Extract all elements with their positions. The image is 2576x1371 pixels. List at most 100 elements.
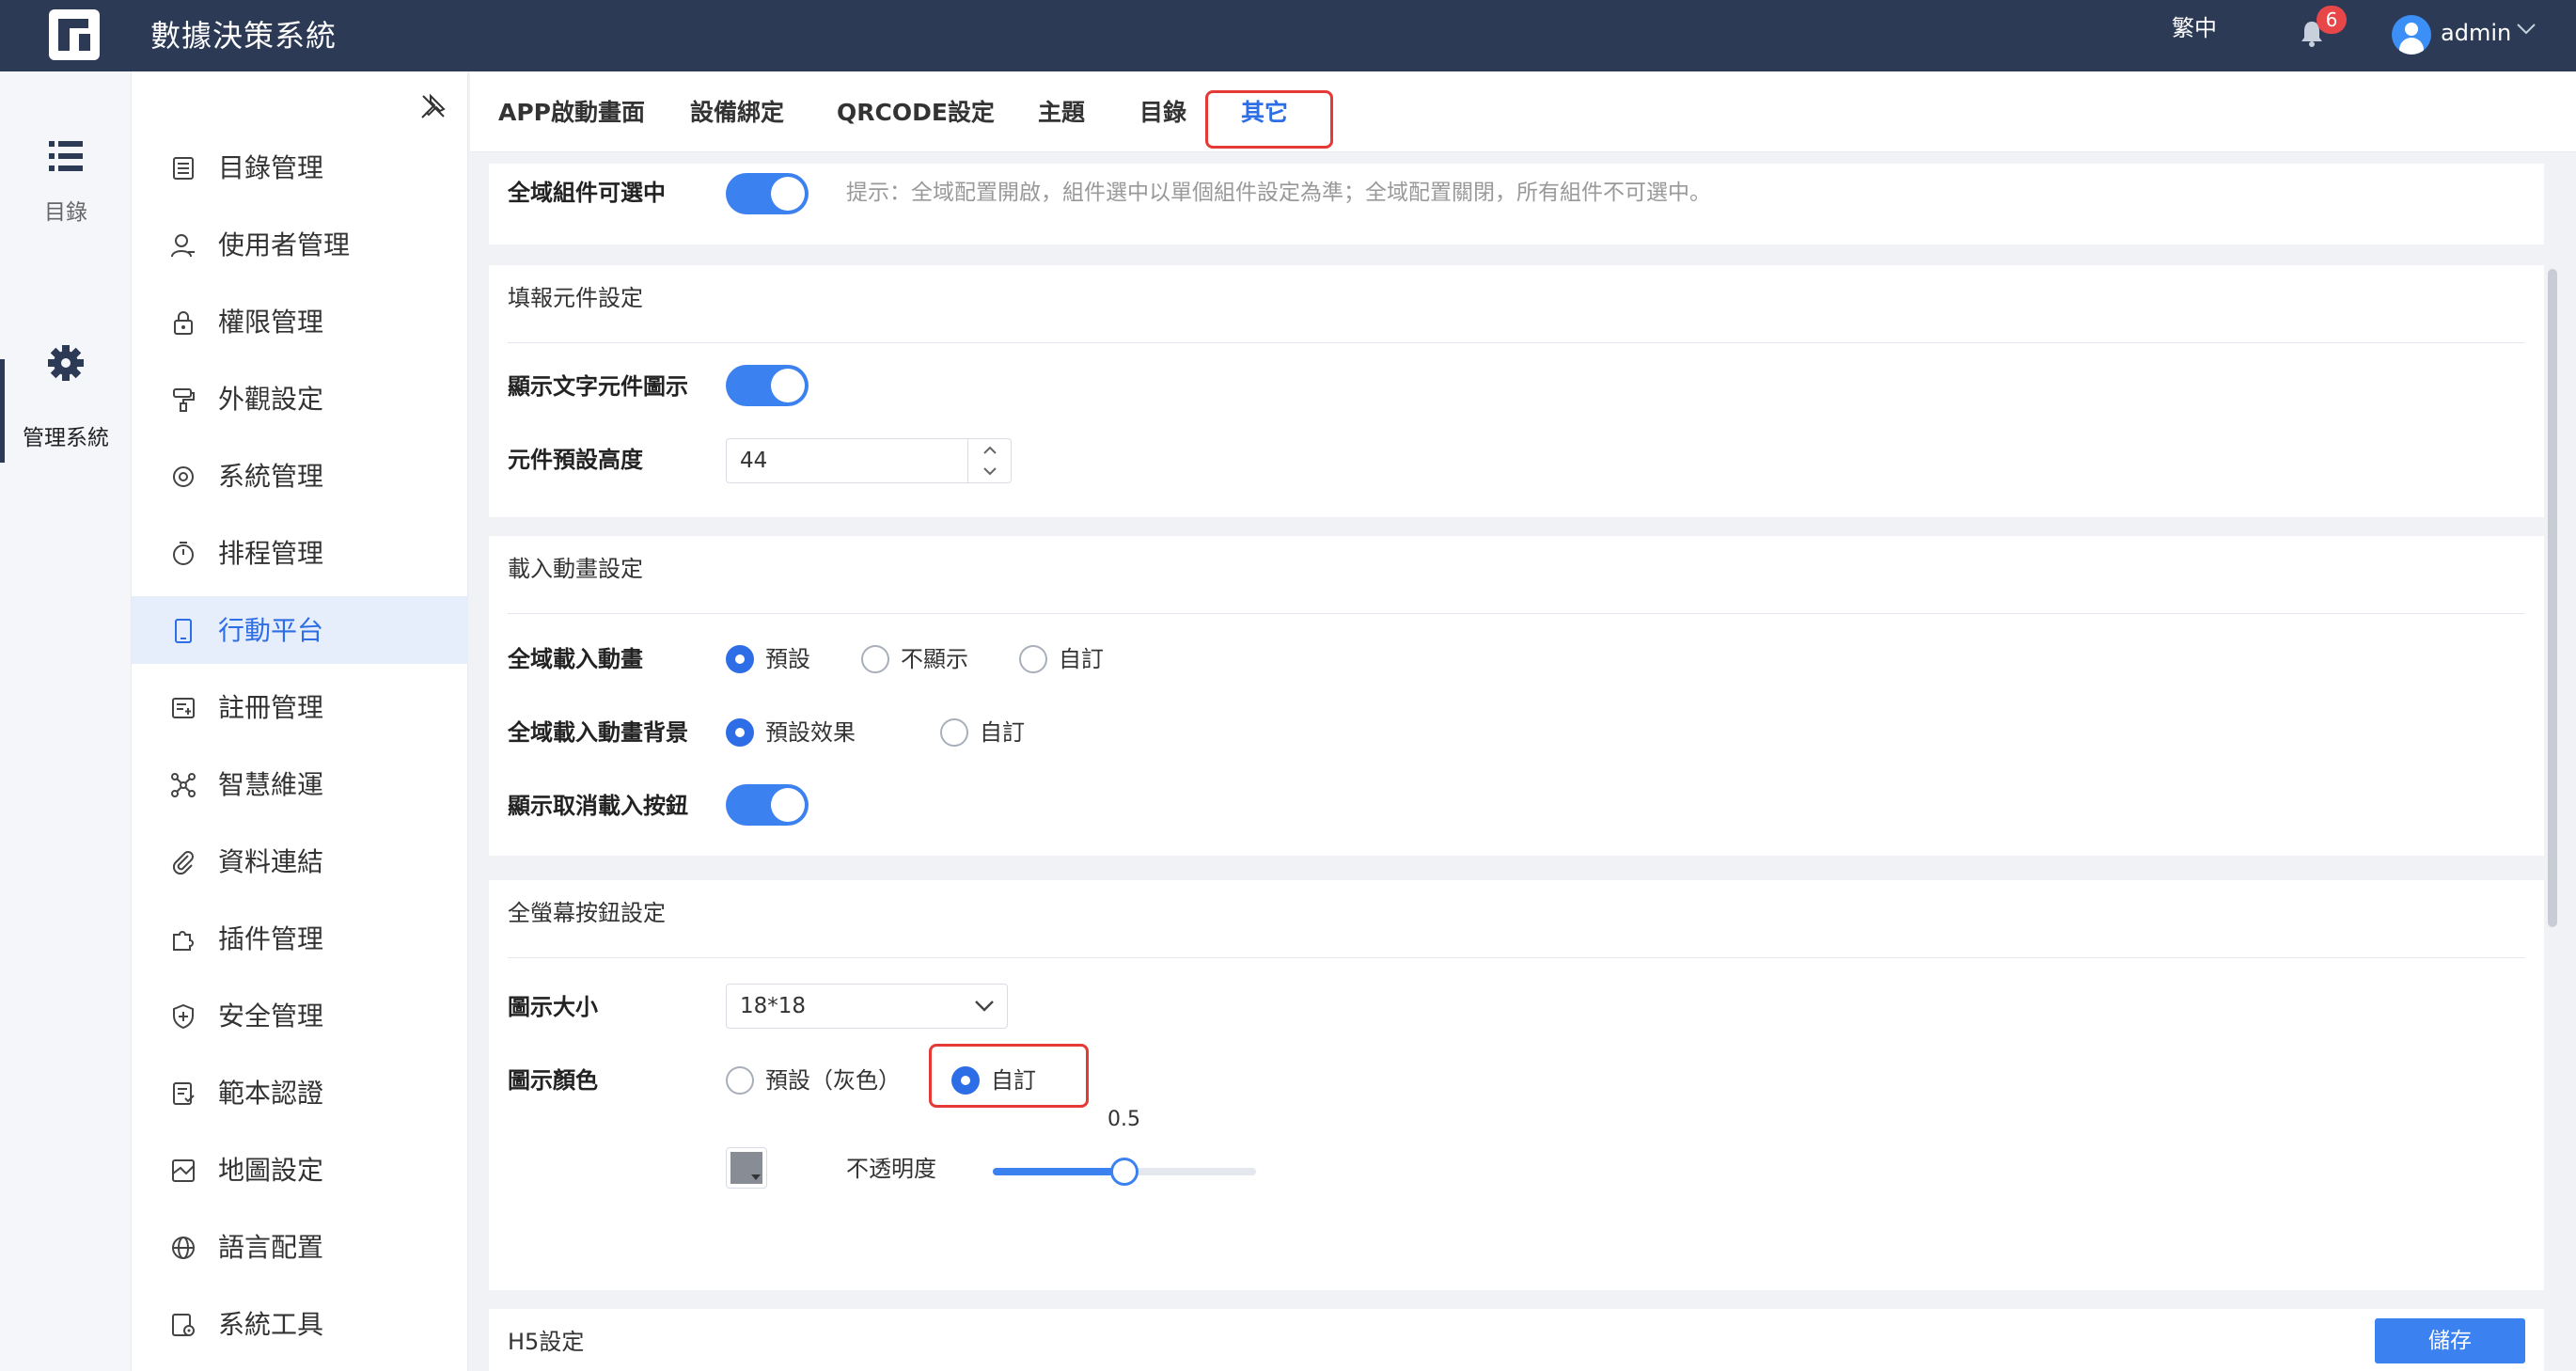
sidebar-item-label: 範本認證 [218, 1078, 324, 1109]
radio-background-default[interactable]: 預設效果 [726, 717, 876, 749]
h5-card: H5設定 儲存 [489, 1309, 2544, 1371]
radio-loading-default[interactable]: 預設 [726, 643, 820, 675]
radio-loading-custom[interactable]: 自訂 [1019, 643, 1113, 675]
sidebar-item-label: 行動平台 [218, 615, 324, 646]
tab-catalog[interactable]: 目錄 [1139, 96, 1186, 130]
section-title: H5設定 [508, 1329, 585, 1355]
loading-background-label: 全域載入動畫背景 [508, 719, 688, 746]
sidebar-item[interactable]: 安全管理 [132, 982, 468, 1049]
lock-icon [174, 311, 193, 335]
highlight-box [1205, 90, 1333, 149]
opacity-slider-fill [993, 1168, 1124, 1175]
sidebar-item-label: 權限管理 [218, 307, 324, 338]
opacity-value: 0.5 [1107, 1108, 1140, 1131]
caret-down-icon [751, 1174, 761, 1180]
pin-icon[interactable] [419, 92, 448, 120]
number-stepper [967, 439, 1011, 482]
save-button[interactable]: 儲存 [2375, 1318, 2525, 1363]
register-icon [172, 698, 195, 718]
sidebar-item-label: 語言配置 [218, 1232, 324, 1263]
sidebar-item-label: 插件管理 [218, 923, 324, 954]
catalog-icon [173, 157, 194, 180]
module-rail: 目錄 管理系統 [0, 71, 132, 1371]
avatar[interactable] [2392, 15, 2431, 55]
sidebar-item-label: 外觀設定 [218, 384, 324, 415]
sidebar-item[interactable]: 資料連結 [132, 827, 468, 895]
sidebar: 目錄管理使用者管理權限管理外觀設定系統管理排程管理行動平台註冊管理智慧維運資料連… [132, 71, 468, 1371]
show-text-icon-switch[interactable] [726, 365, 809, 406]
icon-size-select[interactable]: 18*18 [726, 984, 1008, 1029]
chevron-down-icon[interactable] [2516, 23, 2537, 36]
global-select-card: 全域組件可選中 提示：全域配置開啟，組件選中以單個組件設定為準；全域配置關閉，所… [489, 164, 2544, 244]
timer-icon [173, 542, 194, 565]
top-bar: 數據決策系統 繁中 6 admin [0, 0, 2576, 71]
sidebar-item[interactable]: 智慧維運 [132, 750, 468, 818]
main-content: APP啟動畫面 設備綁定 QRCODE設定 主題 目錄 其它 全域組件可選中 提… [470, 71, 2576, 1371]
sidebar-item[interactable]: 註冊管理 [132, 673, 468, 741]
sidebar-item[interactable]: 外觀設定 [132, 365, 468, 433]
user-name[interactable]: admin [2441, 17, 2511, 49]
chevron-down-icon[interactable] [968, 461, 1012, 482]
paint-roller-icon [173, 388, 195, 412]
show-text-icon-label: 顯示文字元件圖示 [508, 373, 688, 400]
sidebar-item[interactable]: 插件管理 [132, 905, 468, 972]
tools-icon [172, 1314, 195, 1336]
sidebar-item[interactable]: 排程管理 [132, 519, 468, 587]
default-height-input[interactable]: 44 [726, 438, 1012, 483]
map-icon [172, 1159, 195, 1182]
radio-color-default[interactable]: 預設（灰色） [726, 1064, 914, 1096]
list-icon [49, 141, 83, 171]
default-height-label: 元件預設高度 [508, 447, 643, 473]
sidebar-item-label: 使用者管理 [218, 229, 351, 260]
sidebar-item[interactable]: 地圖設定 [132, 1136, 468, 1204]
tab-qrcode[interactable]: QRCODE設定 [837, 96, 995, 130]
language-switch[interactable]: 繁中 [2172, 13, 2217, 43]
settings-icon [173, 466, 194, 487]
section-title: 全螢幕按鈕設定 [508, 900, 666, 926]
sidebar-item[interactable]: 使用者管理 [132, 211, 468, 278]
radio-loading-hidden[interactable]: 不顯示 [861, 643, 983, 675]
sidebar-item-label: 註冊管理 [218, 692, 324, 723]
chevron-down-icon [975, 1001, 994, 1012]
link-icon [172, 851, 194, 875]
tablet-icon [175, 619, 192, 643]
app-title: 數據決策系統 [150, 18, 338, 54]
sidebar-item[interactable]: 權限管理 [132, 288, 468, 355]
sidebar-item[interactable]: 行動平台 [132, 596, 468, 664]
global-select-switch[interactable] [726, 173, 809, 214]
divider [508, 957, 2525, 958]
tab-theme[interactable]: 主題 [1038, 96, 1085, 130]
sidebar-item[interactable]: 範本認證 [132, 1059, 468, 1127]
sidebar-item[interactable]: 語言配置 [132, 1213, 468, 1281]
radio-background-custom[interactable]: 自訂 [940, 717, 1034, 749]
global-select-label: 全域組件可選中 [508, 180, 666, 206]
report-component-card: 填報元件設定 顯示文字元件圖示 元件預設高度 44 [489, 265, 2544, 517]
tab-app-launch[interactable]: APP啟動畫面 [498, 96, 645, 130]
rail-item-catalog[interactable]: 目錄 [0, 137, 132, 241]
rail-item-label: 管理系統 [23, 426, 109, 450]
sidebar-item[interactable]: 系統管理 [132, 442, 468, 510]
tab-device-binding[interactable]: 設備綁定 [690, 96, 784, 130]
rail-item-label: 目錄 [44, 200, 87, 225]
chevron-up-icon[interactable] [968, 439, 1012, 461]
rail-item-admin[interactable]: 管理系統 [0, 344, 132, 466]
show-cancel-switch[interactable] [726, 784, 809, 826]
sidebar-item-label: 地圖設定 [218, 1155, 324, 1186]
scrollbar[interactable] [2544, 165, 2559, 1350]
user-icon [171, 234, 195, 258]
color-picker[interactable] [726, 1147, 767, 1189]
opacity-label: 不透明度 [846, 1156, 936, 1182]
global-select-hint: 提示：全域配置開啟，組件選中以單個組件設定為準；全域配置關閉，所有組件不可選中。 [846, 181, 1711, 205]
opacity-slider-thumb[interactable] [1110, 1158, 1139, 1186]
gear-icon [48, 345, 84, 381]
app-logo[interactable] [49, 9, 100, 60]
highlight-box [929, 1044, 1089, 1108]
section-title: 載入動畫設定 [508, 556, 643, 582]
sidebar-item-label: 安全管理 [218, 1001, 324, 1032]
network-icon [171, 773, 196, 797]
sidebar-item[interactable]: 目錄管理 [132, 134, 468, 201]
puzzle-icon [173, 931, 194, 951]
icon-color-label: 圖示顏色 [508, 1067, 598, 1094]
template-icon [173, 1082, 195, 1105]
sidebar-item[interactable]: 系統工具 [132, 1290, 468, 1358]
